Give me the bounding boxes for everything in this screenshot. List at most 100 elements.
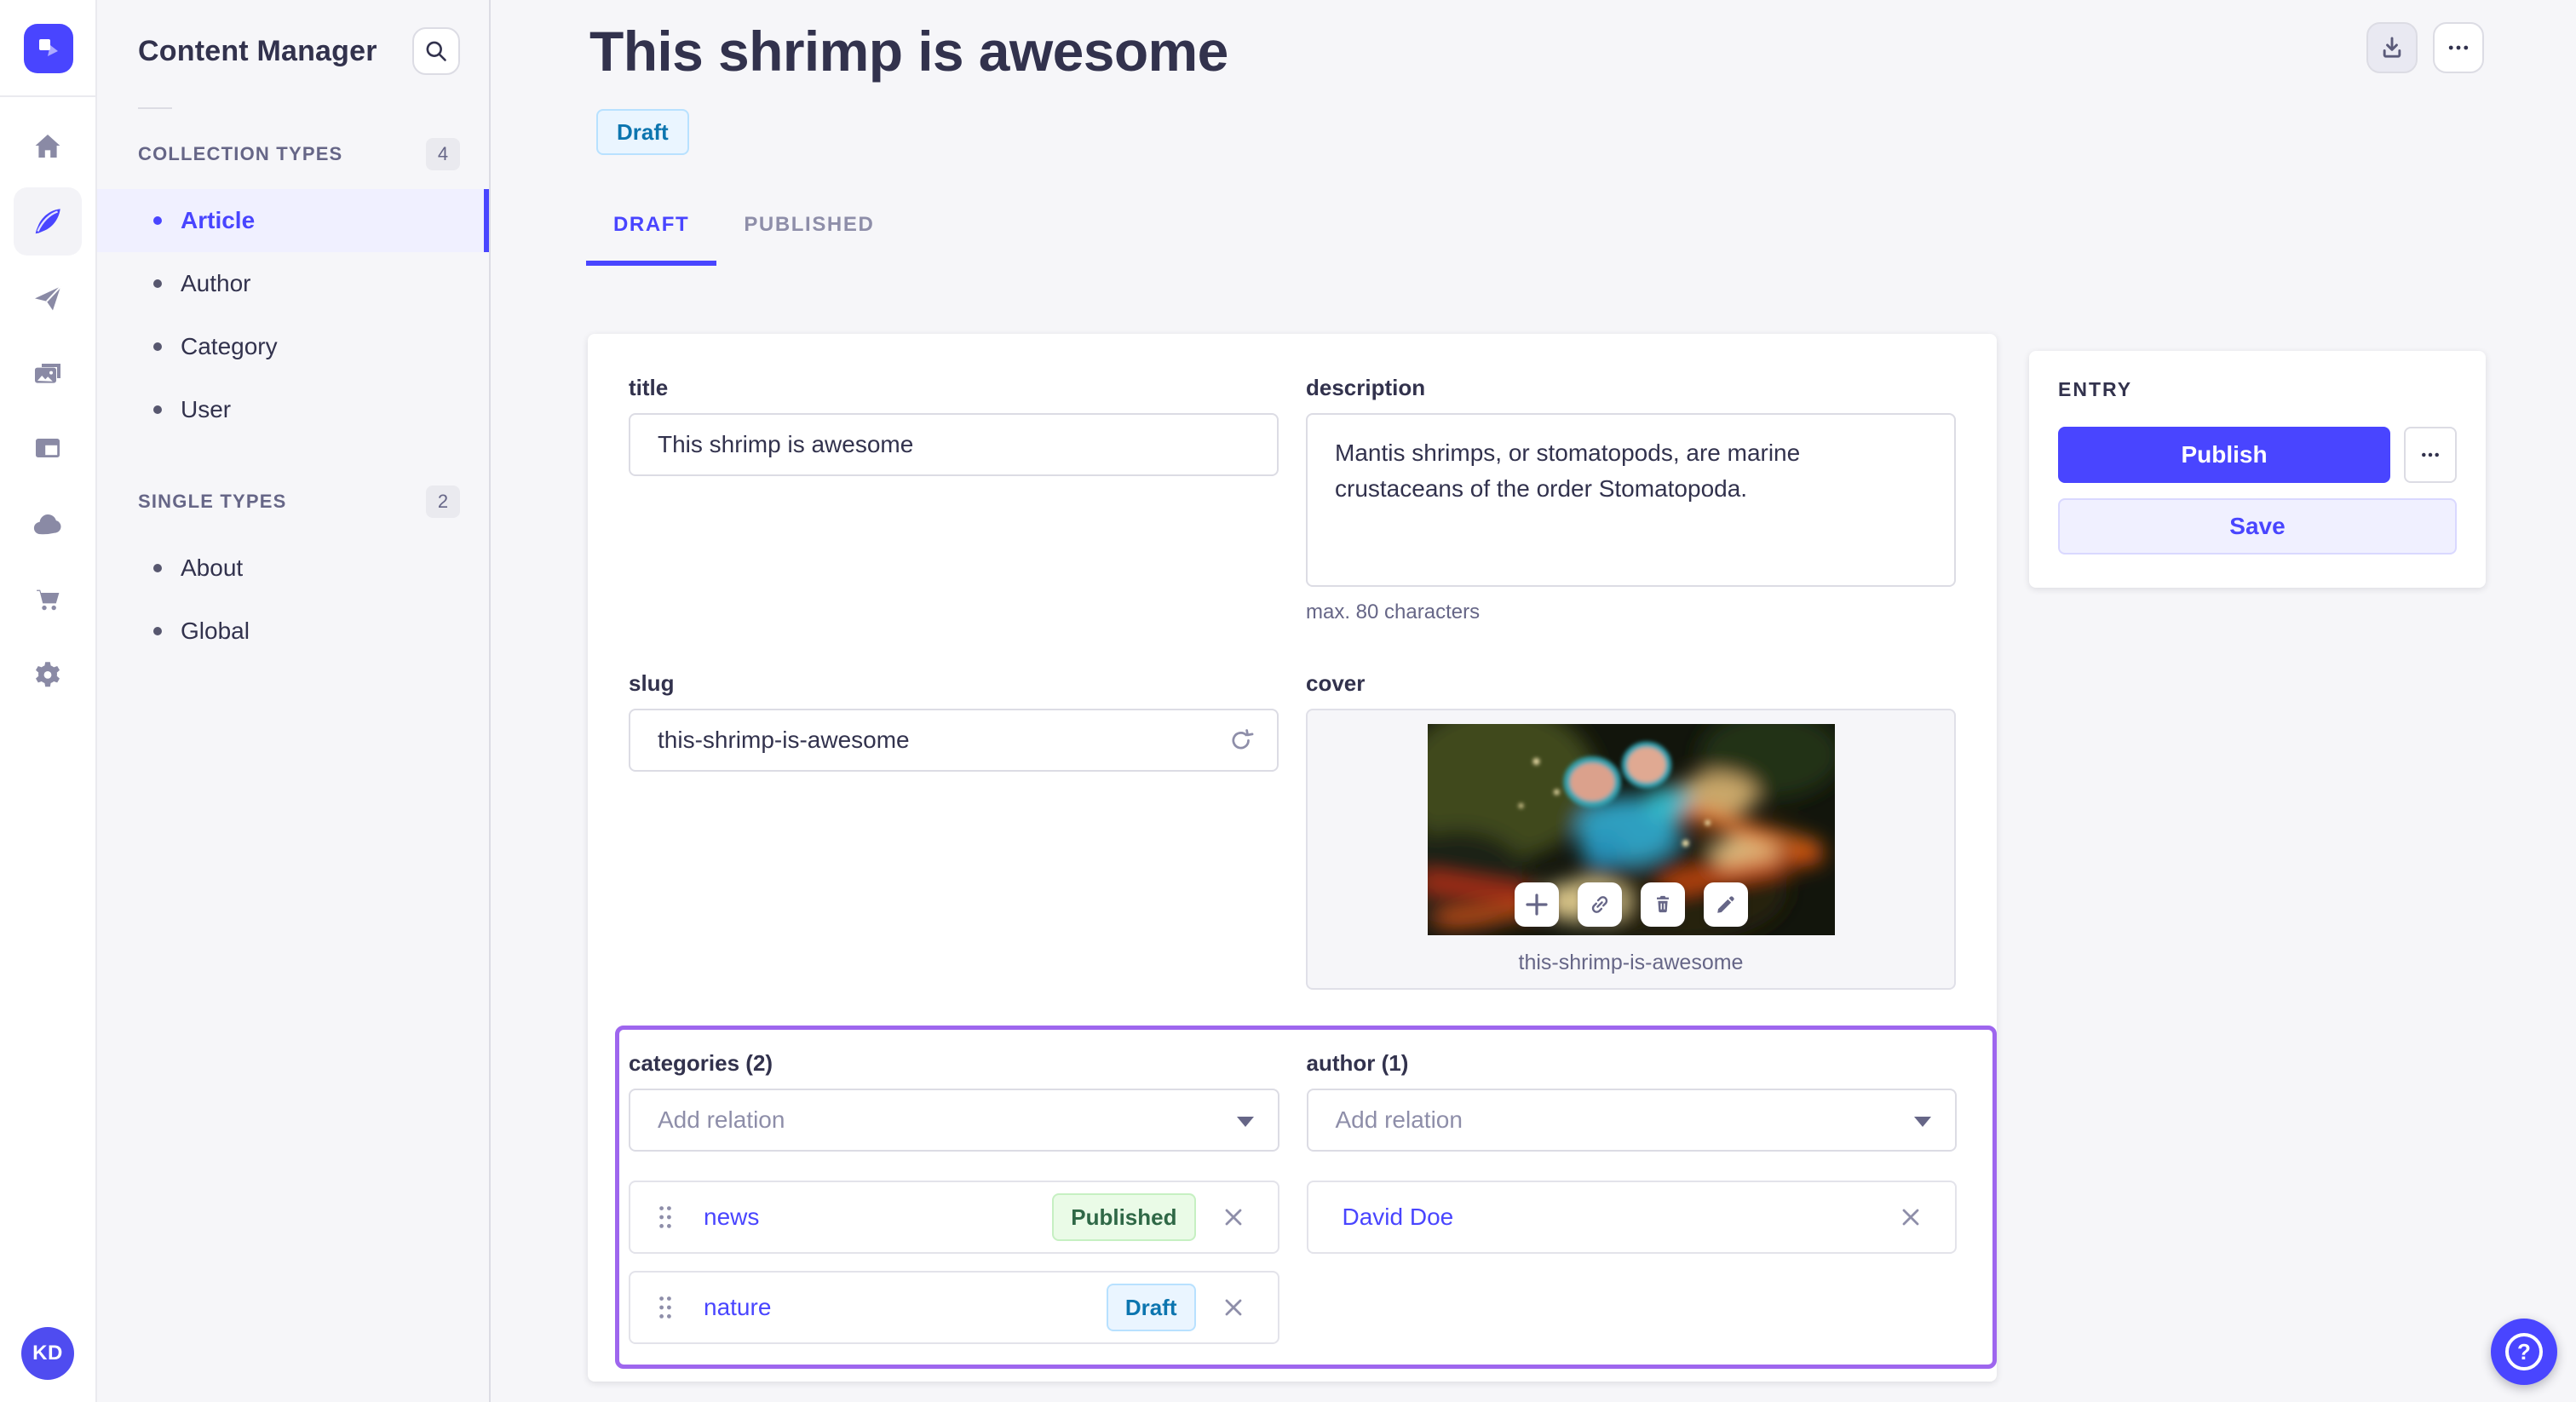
bullet-icon [153, 627, 162, 635]
bullet-icon [153, 564, 162, 572]
single-types-list: About Global [97, 537, 489, 663]
relation-link[interactable]: news [704, 1204, 759, 1231]
sidebar-home-button[interactable] [14, 112, 82, 181]
field-author: author (1) Add relation David Doe [1306, 1050, 1957, 1344]
link-icon [1591, 896, 1607, 913]
cover-delete-button[interactable] [1640, 882, 1685, 927]
transfer-plane-icon [35, 285, 61, 311]
status-badge: Draft [596, 109, 689, 155]
sidebar-marketplace-button[interactable] [14, 566, 82, 634]
media-library-icon [35, 364, 60, 383]
sidebar-settings-button[interactable] [14, 641, 82, 709]
tab-published[interactable]: PUBLISHED [716, 203, 901, 266]
sidebar-item-article[interactable]: Article [97, 189, 489, 252]
cover-copy-link-button[interactable] [1577, 882, 1622, 927]
chevron-down-icon [1236, 1117, 1254, 1127]
sidebar-content-type-builder-button[interactable] [14, 414, 82, 482]
relation-link[interactable]: nature [704, 1294, 771, 1321]
entry-more-options-button[interactable] [2404, 427, 2457, 483]
cover-add-button[interactable] [1514, 882, 1559, 927]
sidebar-item-about[interactable]: About [97, 537, 489, 600]
content-manager-sidebar: Content Manager COLLECTION TYPES 4 Artic… [97, 0, 491, 1402]
sidebar-content-manager-button[interactable] [14, 187, 82, 256]
cover-field-label: cover [1306, 670, 1366, 696]
sidebar-transfer-button[interactable] [14, 264, 82, 332]
slug-field-label: slug [629, 670, 675, 696]
single-types-count-badge: 2 [426, 486, 460, 518]
chevron-down-icon [1914, 1117, 1931, 1127]
sidebar-item-author[interactable]: Author [97, 252, 489, 315]
drag-handle-icon[interactable] [658, 1204, 673, 1230]
collection-types-list: Article Author Category User [97, 189, 489, 441]
sidebar-item-user[interactable]: User [97, 378, 489, 441]
export-button[interactable] [2366, 22, 2418, 73]
strapi-admin-app: KD Content Manager COLLECTION TYPES 4 Ar… [0, 0, 2576, 1402]
sidebar-item-label: About [181, 554, 244, 581]
remove-relation-button[interactable] [1890, 1197, 1931, 1238]
collection-types-count-badge: 4 [426, 138, 460, 170]
sidebar-cloud-button[interactable] [14, 491, 82, 559]
drag-handle-icon[interactable] [658, 1295, 673, 1320]
entry-panel: ENTRY Publish Save [2029, 351, 2486, 588]
close-icon [1225, 1299, 1241, 1316]
settings-gear-icon [36, 662, 60, 687]
categories-add-relation-select[interactable]: Add relation [629, 1089, 1279, 1152]
sidebar-item-global[interactable]: Global [97, 600, 489, 663]
publish-button[interactable]: Publish [2058, 427, 2390, 483]
description-textarea[interactable] [1308, 415, 1954, 585]
categories-field-label: categories (2) [629, 1050, 773, 1076]
cover-edit-button[interactable] [1703, 882, 1748, 927]
plus-icon [1525, 893, 1548, 916]
question-mark-icon: ? [2505, 1333, 2543, 1370]
relation-link[interactable]: David Doe [1343, 1204, 1454, 1231]
draft-published-tabs: DRAFT PUBLISHED [586, 203, 901, 266]
more-options-button[interactable] [2433, 22, 2484, 73]
strapi-logo[interactable] [24, 24, 73, 73]
close-icon [1225, 1209, 1241, 1226]
header-actions [2366, 22, 2484, 73]
sidebar-item-category[interactable]: Category [97, 315, 489, 378]
help-button[interactable]: ? [2491, 1319, 2557, 1385]
search-icon [426, 41, 446, 61]
home-icon [35, 135, 60, 158]
sidebar-title: Content Manager [138, 34, 377, 67]
tab-draft[interactable]: DRAFT [586, 203, 717, 266]
ellipsis-icon [2448, 45, 2469, 50]
pencil-icon [1716, 896, 1734, 913]
user-avatar[interactable]: KD [21, 1327, 74, 1380]
collection-types-label: COLLECTION TYPES [138, 143, 343, 164]
content-type-builder-icon [36, 439, 60, 457]
regenerate-slug-button[interactable] [1222, 721, 1260, 759]
sidebar-item-label: Global [181, 618, 250, 644]
close-icon [1902, 1209, 1919, 1226]
field-categories: categories (2) Add relation news Publish… [629, 1050, 1279, 1344]
categories-select-placeholder: Add relation [658, 1106, 785, 1133]
slug-input[interactable] [630, 710, 1277, 770]
field-slug: slug [629, 670, 1279, 990]
author-select-placeholder: Add relation [1335, 1106, 1463, 1133]
marketplace-cart-icon [37, 589, 60, 611]
field-title: title [629, 375, 1279, 624]
description-field-label: description [1306, 375, 1426, 400]
bullet-icon [153, 342, 162, 351]
sidebar-media-library-button[interactable] [14, 339, 82, 407]
bullet-icon [153, 279, 162, 288]
field-description: description max. 80 characters [1306, 375, 1956, 624]
bullet-icon [153, 216, 162, 225]
save-button[interactable]: Save [2058, 498, 2457, 554]
relation-item-nature: nature Draft [629, 1271, 1279, 1344]
relations-highlight-group: categories (2) Add relation news Publish… [615, 1026, 1997, 1369]
page-title: This shrimp is awesome [589, 20, 1228, 83]
relation-status-badge: Draft [1106, 1284, 1196, 1331]
remove-relation-button[interactable] [1213, 1287, 1254, 1328]
download-icon [2383, 37, 2401, 58]
relation-status-badge: Published [1052, 1193, 1196, 1241]
cover-panel: this-shrimp-is-awesome [1306, 709, 1956, 990]
title-input[interactable] [630, 415, 1277, 474]
single-types-label: SINGLE TYPES [138, 491, 287, 512]
content-manager-feather-icon [35, 209, 60, 234]
author-add-relation-select[interactable]: Add relation [1306, 1089, 1957, 1152]
search-button[interactable] [412, 27, 460, 75]
relation-item-david-doe: David Doe [1306, 1181, 1957, 1254]
remove-relation-button[interactable] [1213, 1197, 1254, 1238]
